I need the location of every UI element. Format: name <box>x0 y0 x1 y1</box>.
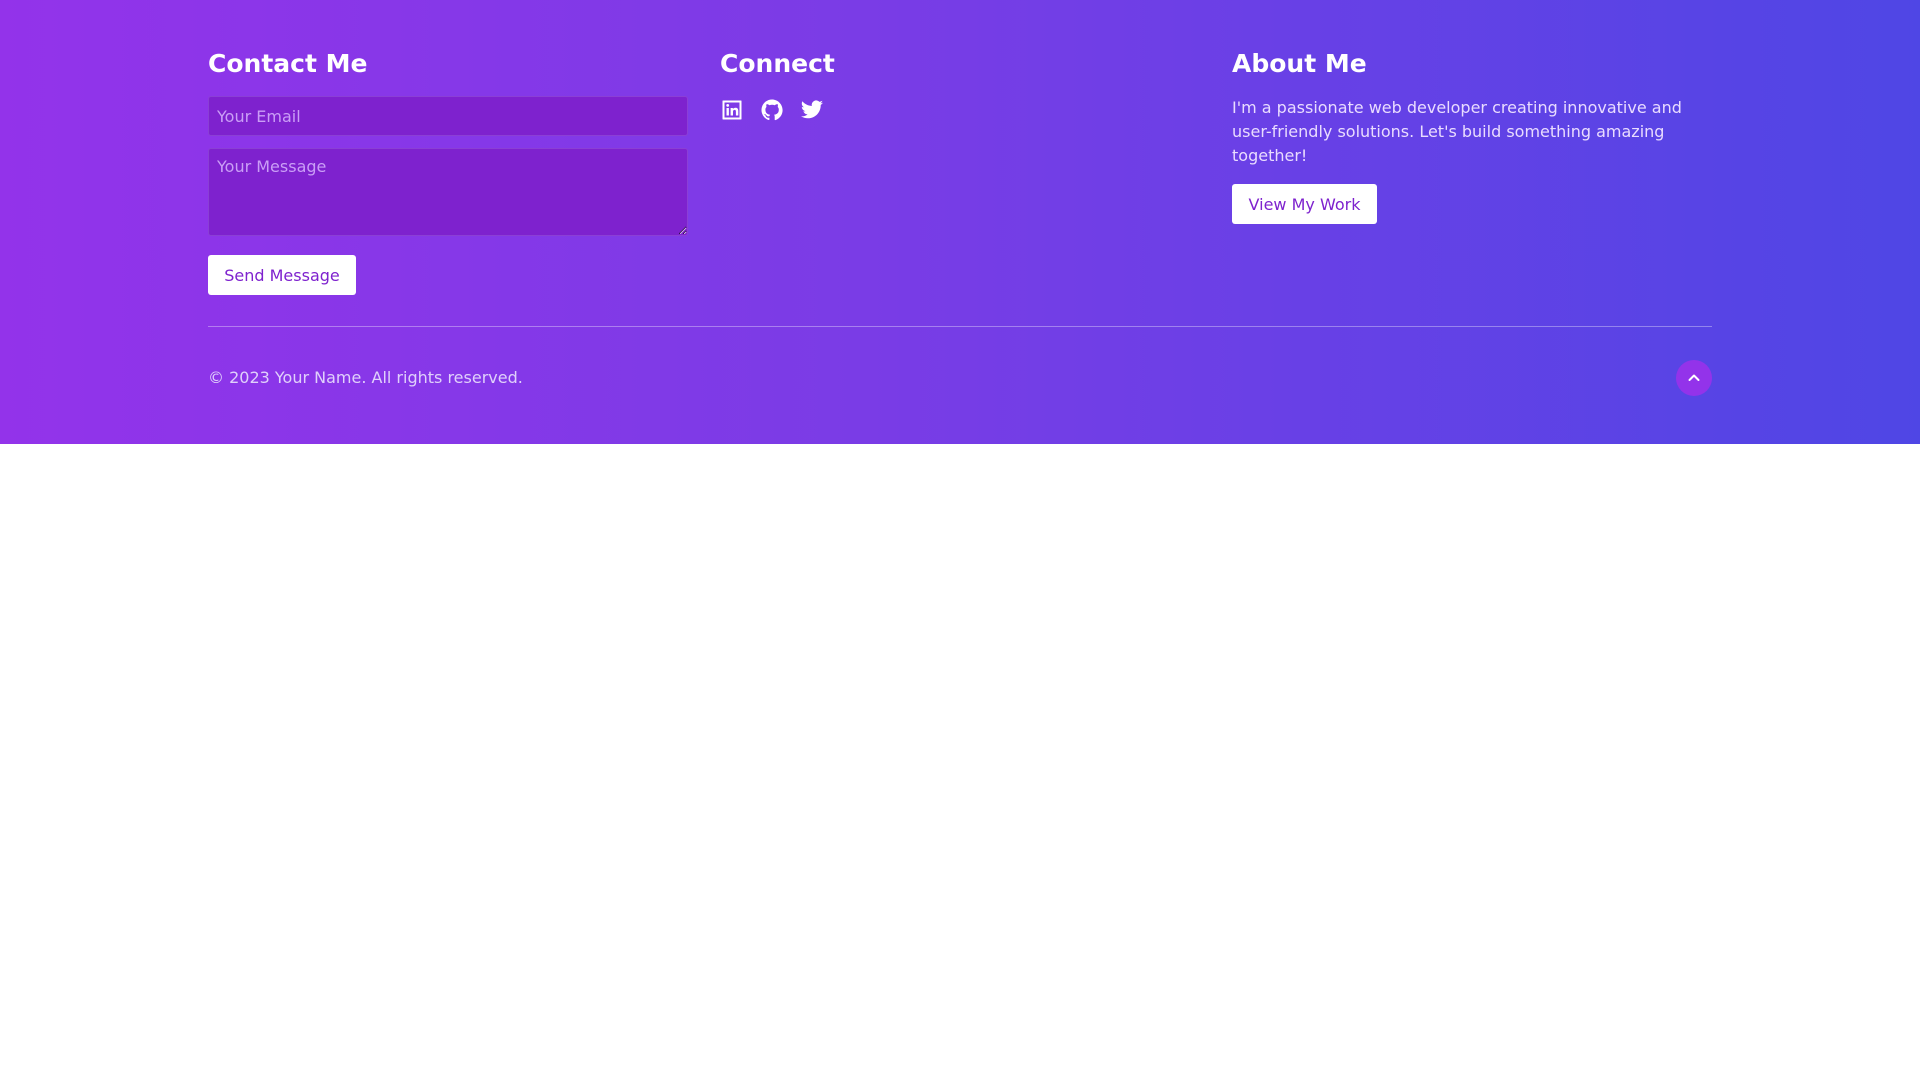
footer-container: Contact Me Send Message Connect <box>208 0 1712 444</box>
about-text: I'm a passionate web developer creating … <box>1232 98 1682 165</box>
back-to-top-button[interactable] <box>1676 360 1712 396</box>
copyright-text: © 2023 Your Name. All rights reserved. <box>208 368 523 387</box>
about-heading: About Me <box>1232 49 1367 78</box>
email-field[interactable] <box>208 96 688 136</box>
social-links <box>720 96 824 124</box>
github-icon[interactable] <box>760 98 784 122</box>
connect-heading: Connect <box>720 49 835 78</box>
contact-section: Contact Me Send Message <box>208 48 688 295</box>
chevron-up-icon <box>1686 370 1702 386</box>
linkedin-icon[interactable] <box>720 98 744 122</box>
view-my-work-button[interactable]: View My Work <box>1232 184 1377 224</box>
site-footer: Contact Me Send Message Connect <box>0 0 1920 444</box>
connect-section: Connect <box>720 48 1200 121</box>
send-message-button[interactable]: Send Message <box>208 255 356 295</box>
contact-heading: Contact Me <box>208 49 368 78</box>
about-section: About Me I'm a passionate web developer … <box>1232 48 1712 224</box>
twitter-icon[interactable] <box>800 98 824 122</box>
footer-divider <box>208 326 1712 327</box>
message-field[interactable] <box>208 148 688 236</box>
